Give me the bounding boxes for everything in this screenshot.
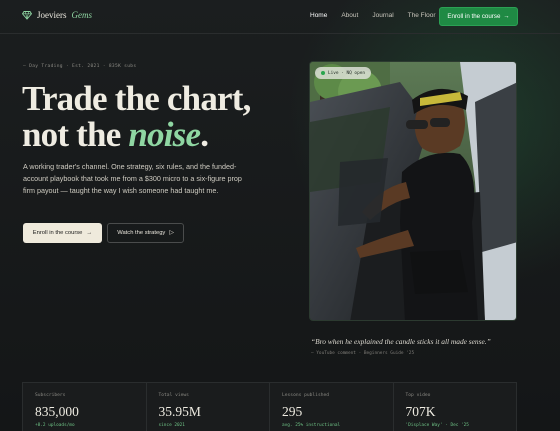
stat-value: 35.95M	[158, 404, 201, 419]
hero-title-period: .	[200, 115, 209, 154]
hero-title-line1: Trade the chart,	[22, 79, 251, 118]
nav-link-the-floor[interactable]: The Floor	[408, 12, 436, 19]
stat-value: 707K	[405, 404, 436, 419]
arrow-right-icon: →	[86, 230, 93, 236]
live-status-badge: Live · NQ open	[315, 67, 372, 79]
hero-eyebrow: — Day Trading · Est. 2021 · 835K subs	[23, 64, 137, 69]
enroll-nav-button[interactable]: Enroll in the course →	[439, 7, 518, 26]
enroll-hero-label: Enroll in the course	[32, 230, 83, 236]
stat-subscribers: Subscribers 835,000 +8.2 uploads/mo	[23, 383, 147, 431]
stat-total-views: Total views 35.95M since 2021	[147, 383, 270, 431]
testimonial-source: — YouTube comment · Beginners Guide '25	[311, 351, 415, 356]
stat-value: 295	[282, 404, 303, 419]
arrow-right-icon: →	[503, 13, 510, 20]
stat-label: Subscribers	[35, 393, 66, 398]
stat-label: Lessons published	[282, 393, 330, 398]
hero-title: Trade the chart, not the noise.	[22, 81, 302, 153]
stat-label: Top video	[405, 393, 431, 398]
stat-sub: +8.2 uploads/mo	[35, 423, 75, 428]
play-icon: ▷	[169, 230, 174, 236]
brand-accent: Gems	[71, 10, 93, 20]
live-dot-icon	[321, 71, 325, 75]
watch-strategy-label: Watch the strategy	[117, 230, 166, 236]
stat-sub: 'Displace Way' · Dec '25	[405, 423, 469, 428]
testimonial-quote: “Bro when he explained the candle sticks…	[311, 337, 491, 346]
trader-in-car-illustration	[310, 62, 516, 320]
diamond-logo-icon	[22, 11, 32, 20]
enroll-hero-button[interactable]: Enroll in the course →	[23, 223, 102, 243]
hero-title-accent: noise	[128, 115, 201, 154]
live-badge-label: Live · NQ open	[328, 70, 366, 76]
brand-name: Joeviers	[37, 10, 67, 20]
stats-bar: Subscribers 835,000 +8.2 uploads/mo Tota…	[22, 382, 517, 431]
stat-top-video: Top video 707K 'Displace Way' · Dec '25	[394, 383, 517, 431]
brand-logo[interactable]: Joeviers Gems	[22, 10, 92, 20]
nav-links: Home About Journal The Floor	[310, 12, 436, 19]
hero-title-line2-prefix: not the	[22, 115, 129, 154]
stat-label: Total views	[158, 393, 189, 398]
stat-value: 835,000	[35, 404, 79, 419]
stat-sub: since 2021	[158, 423, 185, 428]
top-nav: Joeviers Gems Home About Journal The Flo…	[0, 0, 560, 34]
hero-photo	[309, 61, 517, 321]
stat-lessons: Lessons published 295 avg. 25% instructi…	[270, 383, 394, 431]
stat-sub: avg. 25% instructional	[282, 423, 341, 428]
enroll-nav-label: Enroll in the course	[447, 13, 501, 20]
hero-lede: A working trader's channel. One strategy…	[23, 162, 242, 195]
nav-link-about[interactable]: About	[341, 12, 358, 19]
nav-link-journal[interactable]: Journal	[372, 12, 393, 19]
watch-strategy-button[interactable]: Watch the strategy ▷	[107, 223, 184, 243]
nav-link-home[interactable]: Home	[310, 12, 327, 19]
